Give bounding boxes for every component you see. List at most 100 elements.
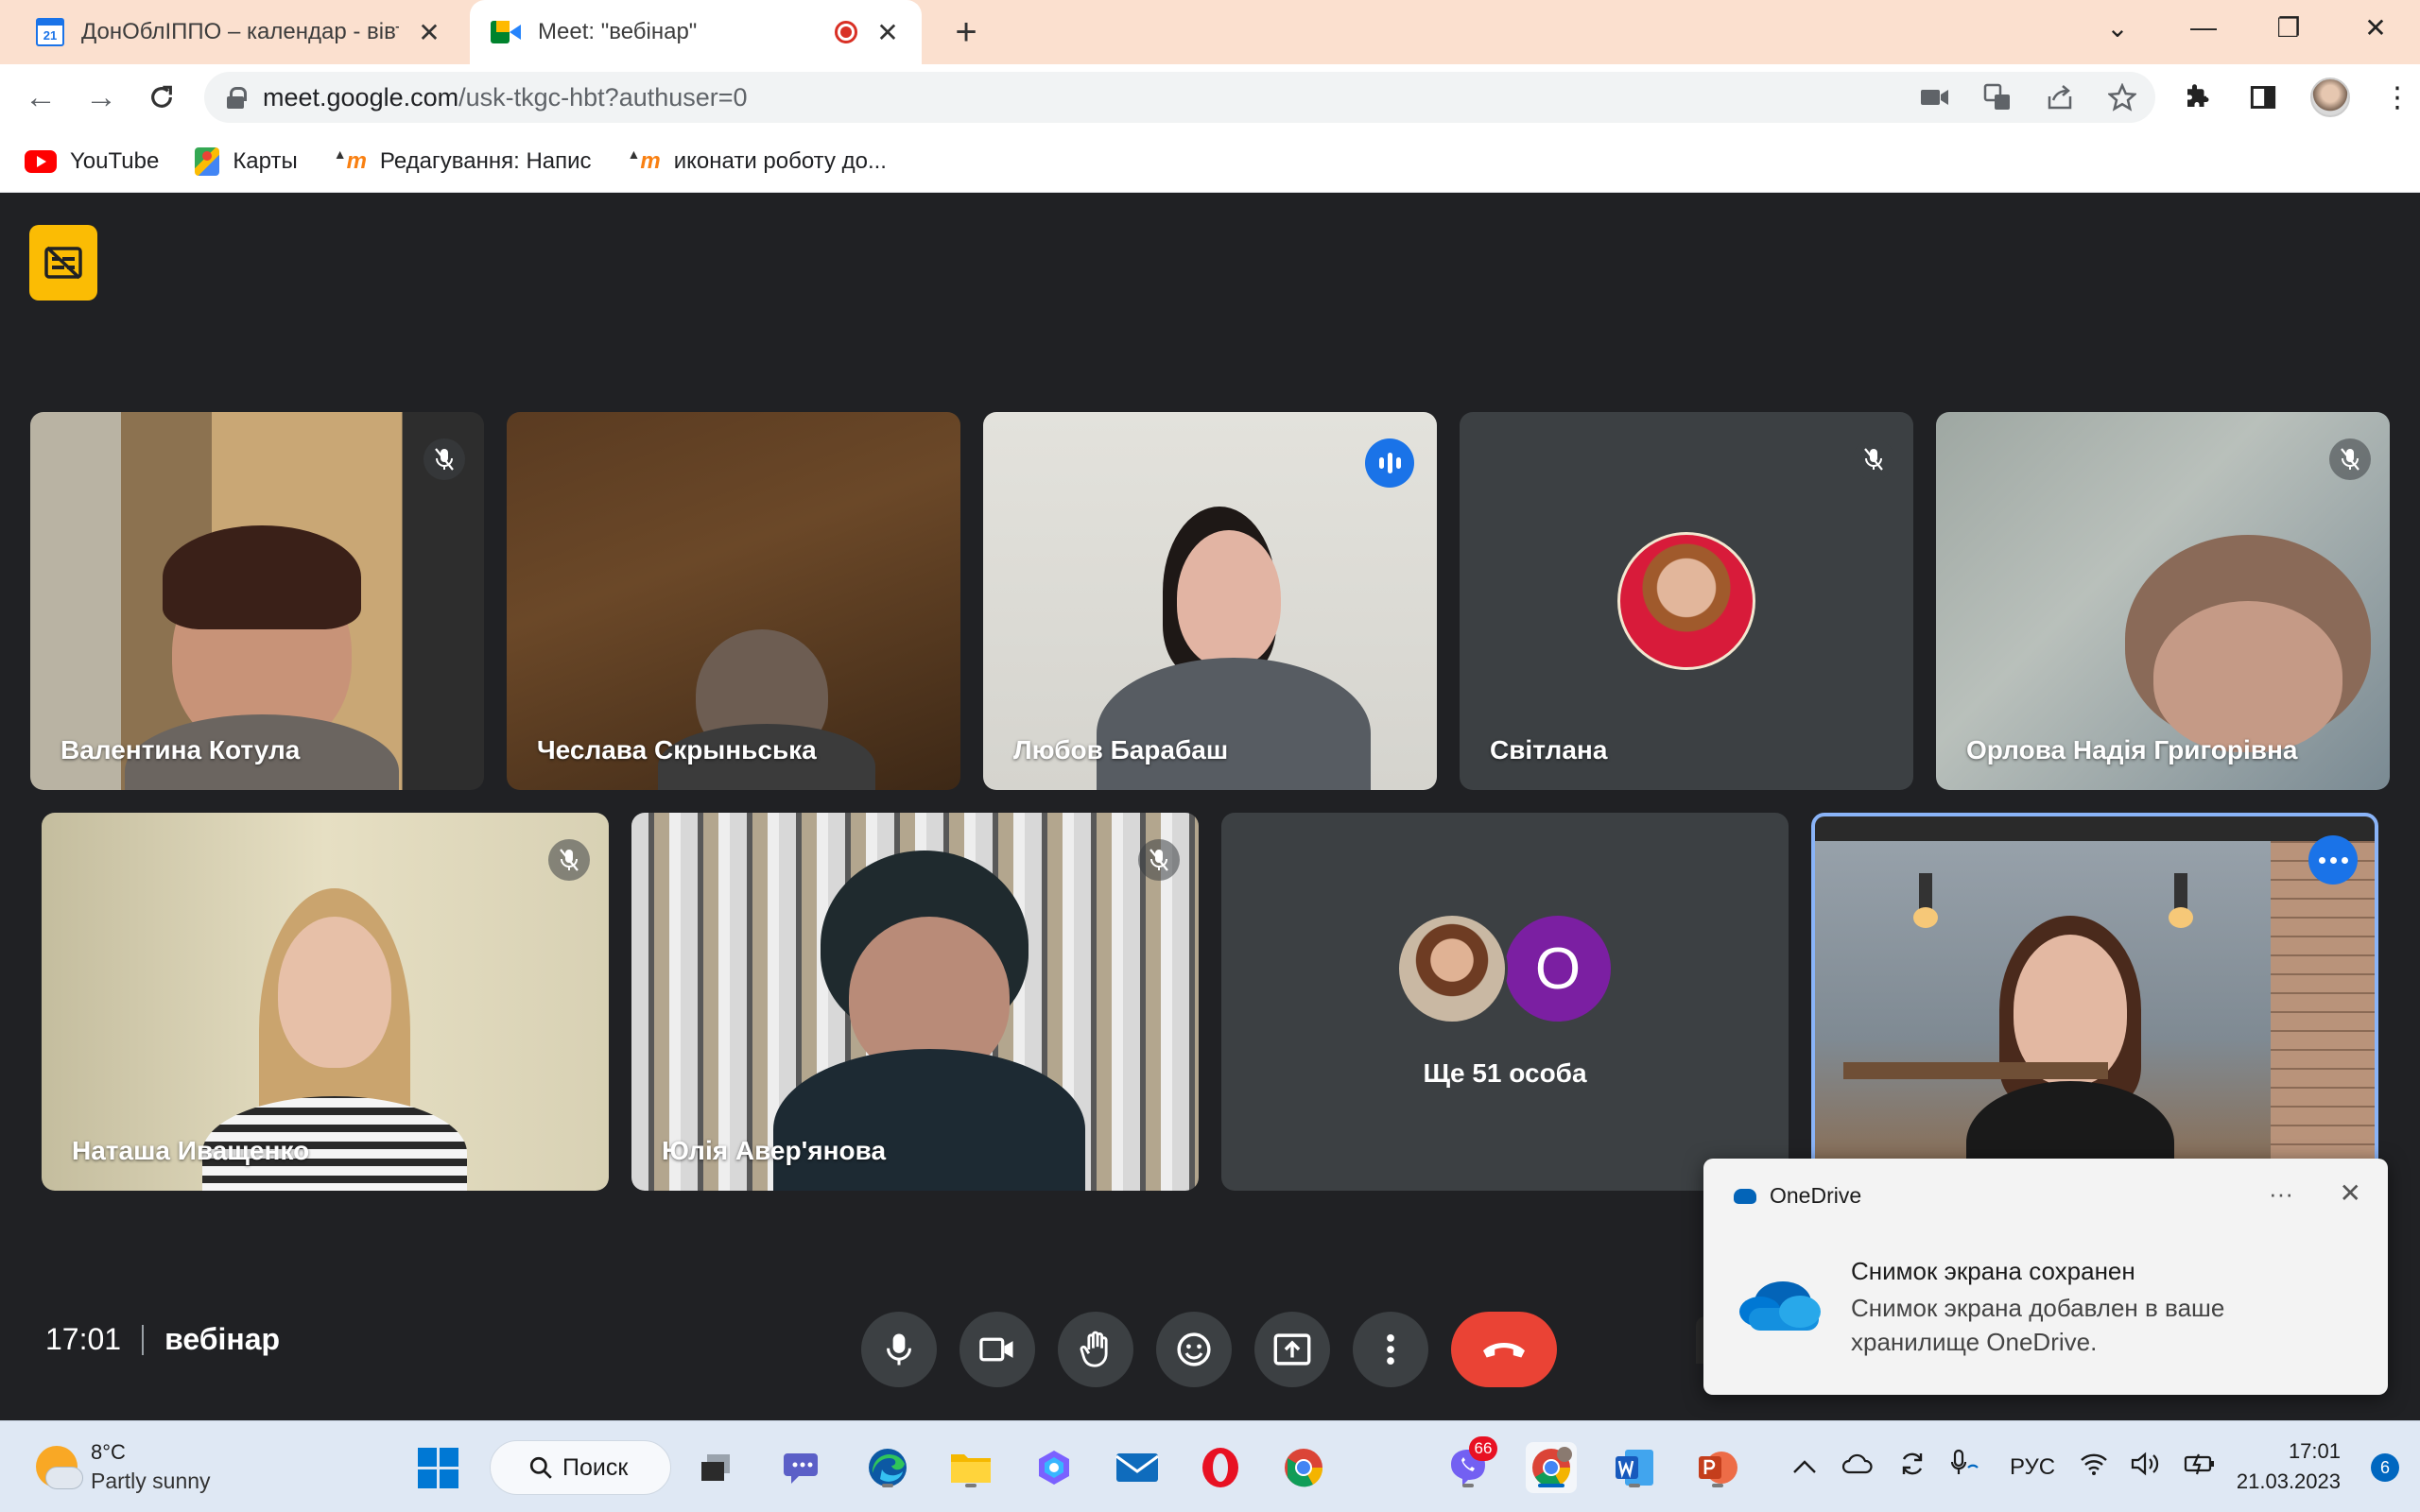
participant-avatar (1617, 532, 1755, 670)
back-icon[interactable]: ← (17, 74, 64, 121)
captions-off-icon[interactable] (29, 225, 97, 301)
participant-name: Любов Барабаш (1013, 735, 1229, 765)
reload-icon[interactable] (138, 74, 185, 121)
chevron-up-icon[interactable] (1792, 1454, 1817, 1481)
mail-icon (1115, 1453, 1159, 1482)
windows-taskbar: 8°C Partly sunny Поиск 66 РУС 17:01 21.0… (0, 1420, 2420, 1512)
participant-tile[interactable]: Світлана (1460, 412, 1913, 790)
tile-options-icon[interactable] (2308, 835, 2358, 885)
onedrive-tray-icon[interactable] (1841, 1453, 1874, 1481)
onedrive-icon (1734, 1188, 1756, 1204)
camera-icon[interactable] (1921, 87, 1949, 108)
more-vert-icon (1387, 1333, 1394, 1366)
side-panel-icon[interactable] (2244, 78, 2282, 116)
more-options-button[interactable] (1353, 1312, 1428, 1387)
clock-widget[interactable]: 17:01 21.03.2023 (2237, 1436, 2341, 1497)
bookmark-maps[interactable]: Карты (195, 146, 298, 176)
meeting-name: вебінар (164, 1322, 281, 1356)
participant-tile[interactable]: Наташа Иващенко (42, 813, 609, 1191)
opera-button[interactable] (1195, 1442, 1246, 1493)
weather-temp: 8°C (91, 1440, 126, 1464)
word-button[interactable] (1609, 1442, 1660, 1493)
mic-button[interactable] (861, 1312, 937, 1387)
wifi-icon (2080, 1452, 2108, 1482)
windows-icon (417, 1447, 458, 1488)
tab-close-button[interactable]: ✕ (874, 17, 901, 48)
raise-hand-button[interactable] (1058, 1312, 1133, 1387)
taskbar-search[interactable]: Поиск (490, 1440, 671, 1495)
participant-tile[interactable]: Валентина Котула (30, 412, 484, 790)
extensions-icon[interactable] (2178, 78, 2216, 116)
leave-call-button[interactable] (1451, 1312, 1557, 1387)
edge-button[interactable] (862, 1442, 913, 1493)
onedrive-toast[interactable]: OneDrive ··· ✕ Снимок экрана сохранен Сн… (1703, 1159, 2388, 1395)
powerpoint-button[interactable] (1692, 1442, 1743, 1493)
weather-desc: Partly sunny (91, 1469, 211, 1493)
viber-badge: 66 (1469, 1436, 1497, 1461)
camera-button[interactable] (959, 1312, 1035, 1387)
others-avatars: О (1221, 907, 1789, 1030)
self-view-tile[interactable] (1811, 813, 2378, 1191)
bookmark-youtube[interactable]: YouTube (25, 148, 159, 175)
battery-icon (2184, 1452, 2216, 1482)
translate-icon[interactable] (1983, 83, 2012, 112)
participant-tile[interactable]: Любов Барабаш (983, 412, 1437, 790)
start-button[interactable] (412, 1442, 463, 1493)
emoji-icon (1177, 1332, 1211, 1366)
toast-close-button[interactable]: ✕ (2340, 1177, 2361, 1209)
maps-icon (195, 146, 220, 176)
others-tile[interactable]: О Ще 51 особа (1221, 813, 1789, 1191)
partly-sunny-icon (36, 1446, 83, 1489)
language-indicator[interactable]: РУС (2010, 1454, 2055, 1481)
toast-more-button[interactable]: ··· (2269, 1179, 2293, 1209)
sync-icon[interactable] (1898, 1450, 1927, 1485)
tab-calendar[interactable]: 21 ДонОблІППО – календар - вівто ✕ (15, 0, 463, 64)
participant-tile[interactable]: Юлія Авер'янова (631, 813, 1199, 1191)
powerpoint-icon (1699, 1452, 1737, 1484)
microphone-tray-icon[interactable] (1950, 1449, 1979, 1486)
present-button[interactable] (1254, 1312, 1330, 1387)
reactions-button[interactable] (1156, 1312, 1232, 1387)
mic-off-icon (424, 438, 465, 480)
minimize-button[interactable]: — (2170, 0, 2237, 55)
meeting-info: 17:01 вебінар (45, 1322, 280, 1357)
mic-icon (887, 1333, 911, 1366)
restore-button[interactable]: ❐ (2256, 0, 2322, 55)
tab-close-button[interactable]: ✕ (416, 17, 442, 48)
browser-toolbar: ← → meet.google.com/usk-tkgc-hbt?authuse… (0, 64, 2420, 130)
tab-meet[interactable]: Meet: "вебінар" ✕ (470, 0, 922, 64)
chrome-button[interactable] (1278, 1442, 1329, 1493)
new-tab-button[interactable]: + (945, 11, 987, 53)
bookmark-moodle-edit[interactable]: ▲m Редагування: Напис (333, 146, 592, 175)
browser-menu-icon[interactable]: ⋮ (2378, 78, 2416, 116)
tab-title: Meet: "вебінар" (538, 19, 698, 44)
profile-avatar[interactable] (2310, 77, 2350, 117)
copilot-button[interactable] (1028, 1442, 1080, 1493)
task-view-button[interactable] (690, 1442, 741, 1493)
participant-tile[interactable]: Орлова Надія Григорівна (1936, 412, 2390, 790)
participant-name: Світлана (1490, 735, 1608, 765)
address-bar[interactable]: meet.google.com/usk-tkgc-hbt?authuser=0 (204, 72, 2155, 123)
mail-button[interactable] (1112, 1442, 1163, 1493)
url-text: meet.google.com/usk-tkgc-hbt?authuser=0 (263, 82, 748, 112)
bookmark-moodle-task[interactable]: ▲m иконати роботу до... (628, 146, 887, 175)
mic-off-icon (1138, 839, 1180, 881)
participant-avatar (1396, 913, 1508, 1024)
file-explorer-button[interactable] (945, 1442, 996, 1493)
teams-chat-button[interactable] (778, 1442, 829, 1493)
quick-settings[interactable] (2080, 1421, 2216, 1512)
bookmark-star-icon[interactable] (2108, 83, 2136, 112)
moodle-icon: ▲m (333, 146, 367, 174)
viber-button[interactable]: 66 (1443, 1436, 1497, 1493)
weather-widget[interactable]: 8°C Partly sunny (36, 1438, 211, 1495)
mic-off-icon (548, 839, 590, 881)
recording-icon (835, 21, 857, 43)
share-icon[interactable] (2046, 83, 2074, 112)
participant-tile[interactable]: Чеслава Скрыньська (507, 412, 960, 790)
chrome-profile-button[interactable] (1526, 1442, 1577, 1493)
close-window-button[interactable]: ✕ (2342, 0, 2409, 55)
calendar-icon: 21 (36, 18, 64, 46)
notification-count-badge[interactable]: 6 (2371, 1453, 2399, 1482)
tab-search-button[interactable]: ⌄ (2084, 0, 2151, 55)
forward-icon[interactable]: → (78, 74, 125, 121)
